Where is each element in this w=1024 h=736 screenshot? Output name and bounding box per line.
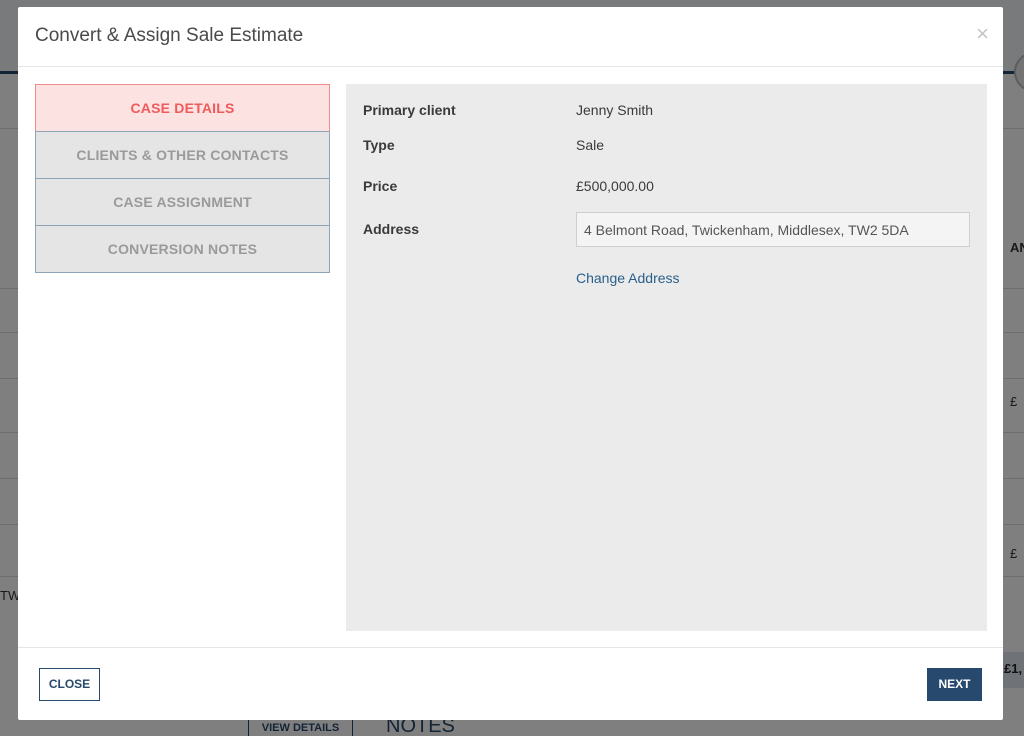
modal-title: Convert & Assign Sale Estimate (35, 25, 304, 46)
primary-client-label: Primary client (363, 102, 456, 118)
change-address-link[interactable]: Change Address (576, 270, 680, 286)
tab-conversion-notes[interactable]: CONVERSION NOTES (35, 225, 330, 273)
next-button[interactable]: NEXT (927, 668, 982, 701)
address-label: Address (363, 221, 420, 237)
convert-assign-modal: Convert & Assign Sale Estimate × CASE DE… (18, 7, 1003, 720)
type-label: Type (363, 137, 395, 153)
type-value: Sale (576, 137, 605, 153)
tab-case-assignment[interactable]: CASE ASSIGNMENT (35, 178, 330, 226)
tab-clients-other-contacts[interactable]: CLIENTS & OTHER CONTACTS (35, 131, 330, 179)
tab-case-details[interactable]: CASE DETAILS (35, 84, 330, 132)
close-button[interactable]: CLOSE (39, 668, 100, 701)
primary-client-value: Jenny Smith (576, 102, 654, 118)
modal-header: Convert & Assign Sale Estimate × (18, 7, 1003, 67)
step-tabs: CASE DETAILS CLIENTS & OTHER CONTACTS CA… (35, 84, 330, 273)
modal-footer: CLOSE NEXT (18, 647, 1003, 720)
close-icon[interactable]: × (976, 23, 989, 45)
case-details-panel: Primary client Jenny Smith Type Sale Pri… (346, 84, 987, 631)
price-label: Price (363, 178, 398, 194)
address-field: 4 Belmont Road, Twickenham, Middlesex, T… (576, 212, 970, 247)
price-value: £500,000.00 (576, 178, 654, 194)
